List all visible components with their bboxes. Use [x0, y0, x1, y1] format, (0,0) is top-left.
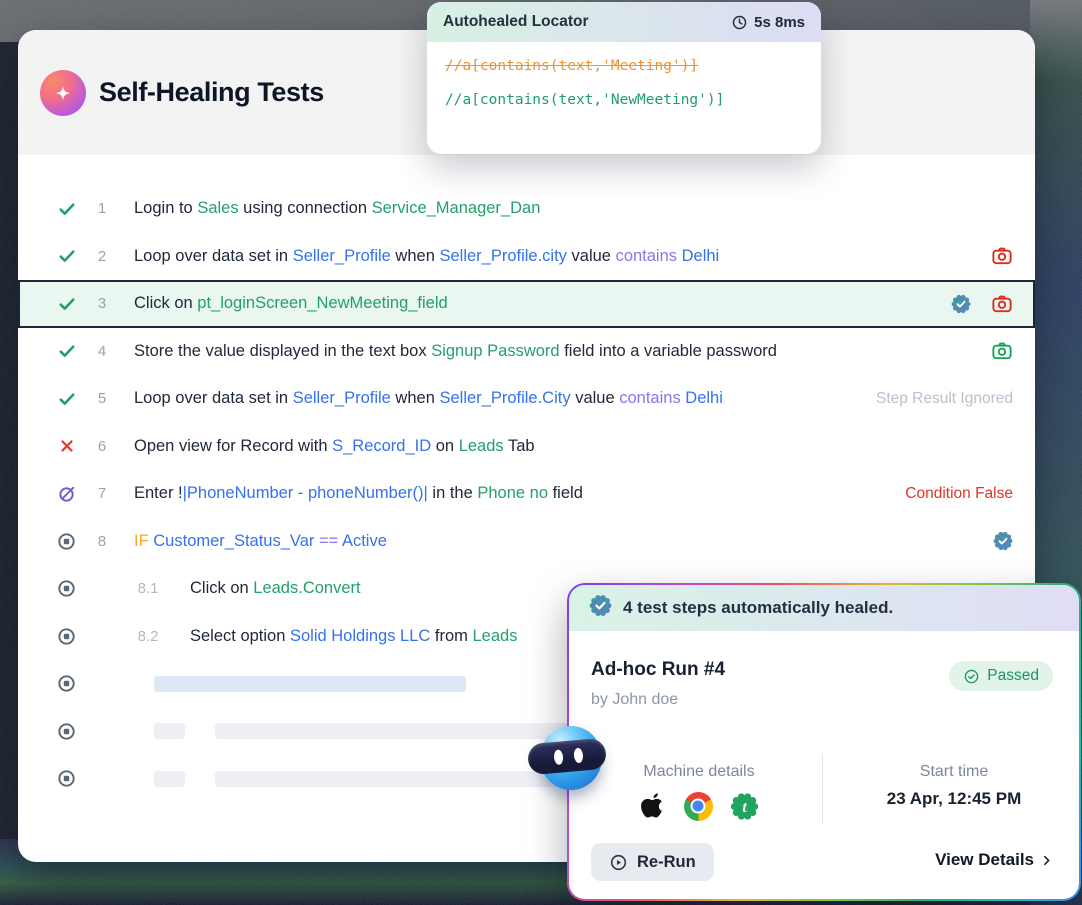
view-details-link[interactable]: View Details — [935, 850, 1053, 870]
step-number: 5 — [77, 390, 127, 407]
record-icon — [56, 721, 77, 742]
step-number: 8.1 — [123, 580, 173, 597]
healed-banner: 4 test steps automatically healed. — [569, 585, 1079, 631]
green-badge-icon: t — [730, 792, 759, 821]
check-icon — [57, 199, 77, 219]
tooltip-header: Autohealed Locator 5s 8ms — [427, 2, 821, 42]
screenshot-camera-icon[interactable] — [991, 293, 1013, 315]
machine-details-label: Machine details — [599, 763, 799, 781]
test-step-row[interactable]: 1 Login to Sales using connection Service… — [18, 185, 1035, 233]
step-result-note: Condition False — [905, 485, 1013, 503]
status-text: Passed — [987, 667, 1039, 685]
autohealed-locator-tooltip: Autohealed Locator 5s 8ms //a[contains(t… — [427, 2, 821, 154]
screenshot-camera-icon[interactable] — [991, 245, 1013, 267]
step-description: Login to Sales using connection Service_… — [134, 199, 540, 218]
step-number: 1 — [77, 200, 127, 217]
test-step-row[interactable]: 4 Store the value displayed in the text b… — [18, 328, 1035, 376]
status-badge: Passed — [949, 661, 1053, 691]
test-step-row[interactable]: 7 Enter !|PhoneNumber - phoneNumber()| in… — [18, 470, 1035, 518]
step-number: 4 — [77, 343, 127, 360]
screenshot-button[interactable] — [991, 293, 1013, 315]
step-description: Open view for Record with S_Record_ID on… — [134, 437, 535, 456]
step-number: 2 — [77, 248, 127, 265]
test-step-row[interactable]: 6 Open view for Record with S_Record_ID o… — [18, 423, 1035, 471]
run-author: by John doe — [591, 691, 678, 709]
machine-icons: t — [599, 791, 799, 821]
robot-eye — [573, 748, 583, 764]
record-icon — [56, 673, 77, 694]
skeleton-bar — [154, 771, 185, 787]
rerun-label: Re-Run — [637, 853, 696, 872]
record-icon — [56, 626, 77, 647]
robot-mascot — [528, 722, 606, 796]
x-icon — [58, 437, 76, 455]
play-icon — [609, 853, 628, 872]
step-description: Enter !|PhoneNumber - phoneNumber()| in … — [134, 484, 583, 503]
skeleton-bar — [154, 676, 466, 692]
skeleton-bar — [154, 723, 185, 739]
svg-text:t: t — [742, 799, 747, 816]
step-number: 6 — [77, 438, 127, 455]
step-number: 8 — [77, 533, 127, 550]
healed-banner-text: 4 test steps automatically healed. — [623, 598, 893, 618]
record-icon — [56, 531, 77, 552]
step-description: Loop over data set in Seller_Profile whe… — [134, 247, 719, 266]
duration-text: 5s 8ms — [754, 14, 805, 31]
test-step-row[interactable]: 8 IF Customer_Status_Var == Active — [18, 518, 1035, 566]
step-number: 8.2 — [123, 628, 173, 645]
healed-badge-icon — [951, 294, 971, 314]
old-locator-text: //a[contains(text,'Meeting')] — [445, 58, 803, 74]
sparkle-icon — [40, 70, 86, 116]
healed-badge-icon — [589, 594, 612, 622]
check-icon — [57, 389, 77, 409]
step-number: 3 — [77, 295, 127, 312]
clock-icon — [731, 14, 748, 31]
check-icon — [57, 341, 77, 361]
step-description: Click on pt_loginScreen_NewMeeting_field — [134, 294, 448, 313]
test-step-row[interactable]: 3 Click on pt_loginScreen_NewMeeting_fiel… — [18, 280, 1035, 328]
new-locator-text: //a[contains(text,'NewMeeting')] — [445, 92, 803, 108]
duration-value: 5s 8ms — [731, 14, 805, 31]
step-number: 7 — [77, 485, 127, 502]
tooltip-body: //a[contains(text,'Meeting')] //a[contai… — [427, 42, 821, 124]
apple-icon — [640, 791, 667, 821]
view-details-label: View Details — [935, 850, 1034, 870]
screenshot-camera-icon[interactable] — [991, 340, 1013, 362]
run-summary-popup: 4 test steps automatically healed. Ad-ho… — [567, 583, 1081, 901]
step-description: Store the value displayed in the text bo… — [134, 342, 777, 361]
start-time-value: 23 Apr, 12:45 PM — [869, 789, 1039, 809]
check-icon — [57, 294, 77, 314]
screenshot-button[interactable] — [991, 340, 1013, 362]
chevron-right-icon — [1040, 853, 1053, 868]
skip-icon — [57, 484, 77, 504]
rerun-button[interactable]: Re-Run — [591, 843, 714, 881]
screenshot-button[interactable] — [991, 245, 1013, 267]
record-icon — [56, 578, 77, 599]
healed-badge-icon — [589, 594, 612, 617]
start-time-label: Start time — [869, 763, 1039, 781]
step-description: Select option Solid Holdings LLC from Le… — [190, 627, 517, 646]
page-title: Self-Healing Tests — [99, 77, 324, 108]
check-icon — [57, 246, 77, 266]
healed-badge[interactable] — [951, 294, 971, 314]
test-step-row[interactable]: 2 Loop over data set in Seller_Profile wh… — [18, 233, 1035, 281]
robot-eye — [553, 749, 563, 765]
test-step-row[interactable]: 5 Loop over data set in Seller_Profile wh… — [18, 375, 1035, 423]
tooltip-title: Autohealed Locator — [443, 13, 589, 31]
check-circle-icon — [963, 668, 980, 685]
step-result-note: Step Result Ignored — [876, 390, 1013, 408]
run-title: Ad-hoc Run #4 — [591, 659, 725, 681]
chrome-icon — [684, 792, 713, 821]
machine-details: Machine details t — [599, 763, 799, 821]
record-icon — [56, 768, 77, 789]
start-time-block: Start time 23 Apr, 12:45 PM — [869, 763, 1039, 809]
divider — [822, 755, 823, 825]
healed-badge-icon — [993, 531, 1013, 551]
step-description: Click on Leads.Convert — [190, 579, 361, 598]
green-badge-icon: t — [730, 792, 759, 821]
healed-badge[interactable] — [993, 531, 1013, 551]
step-description: Loop over data set in Seller_Profile whe… — [134, 389, 723, 408]
step-description: IF Customer_Status_Var == Active — [134, 532, 387, 551]
